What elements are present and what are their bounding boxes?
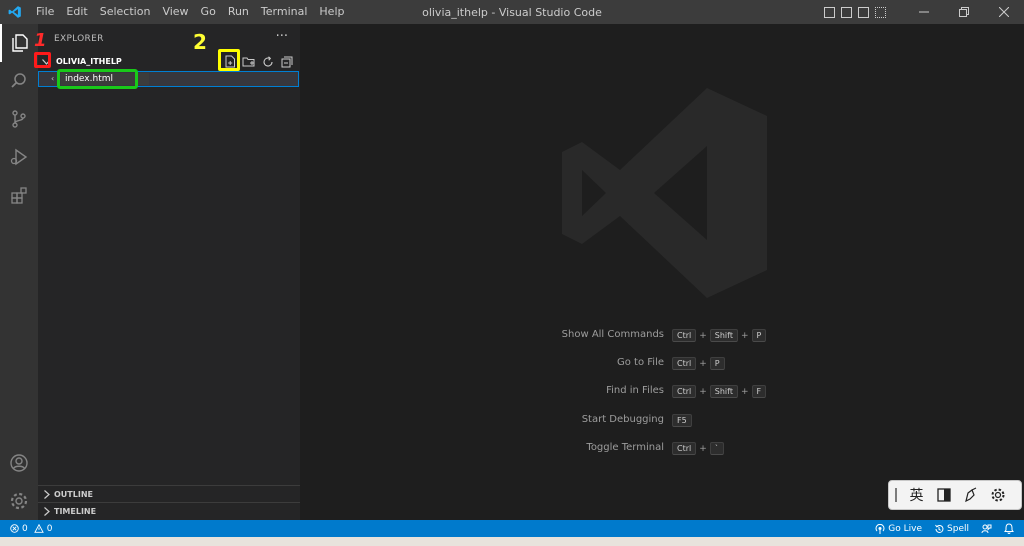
key: Ctrl xyxy=(672,329,697,342)
notifications-bell-icon[interactable] xyxy=(1004,523,1014,534)
menu-help[interactable]: Help xyxy=(313,0,350,24)
desktop-taskbar-strip xyxy=(0,537,1024,546)
menu-terminal[interactable]: Terminal xyxy=(255,0,314,24)
search-icon[interactable] xyxy=(0,62,38,100)
activity-bar xyxy=(0,24,38,520)
title-bar: File Edit Selection View Go Run Terminal… xyxy=(0,0,1024,24)
chevron-right-icon xyxy=(40,506,54,516)
error-count: 0 xyxy=(22,523,28,534)
go-live-button[interactable]: Go Live xyxy=(875,523,922,534)
key: F xyxy=(751,385,767,398)
annotation-red-box xyxy=(34,52,51,68)
key: F5 xyxy=(672,414,692,427)
timeline-label: TIMELINE xyxy=(54,506,97,516)
explorer-sidebar: EXPLORER ··· OLIVIA_ITHELP ‹ index.html … xyxy=(38,24,300,520)
key: ` xyxy=(709,442,724,455)
vscode-watermark-logo-icon xyxy=(562,88,767,302)
timeline-section[interactable]: TIMELINE xyxy=(38,502,300,519)
refresh-icon[interactable] xyxy=(261,55,275,69)
annotation-yellow-box xyxy=(218,49,240,71)
chevron-right-icon xyxy=(40,489,54,499)
toggle-secondary-sidebar-icon[interactable] xyxy=(858,6,869,18)
outline-label: OUTLINE xyxy=(54,489,93,499)
ime-language-toggle[interactable]: 英 xyxy=(903,485,930,505)
key: P xyxy=(709,357,725,370)
warning-icon xyxy=(33,524,44,533)
manage-gear-icon[interactable] xyxy=(0,482,38,520)
key: Ctrl xyxy=(672,385,697,398)
toggle-panel-icon[interactable] xyxy=(841,6,852,18)
more-actions-icon[interactable]: ··· xyxy=(276,29,288,44)
outline-section[interactable]: OUTLINE xyxy=(38,485,300,502)
spell-button[interactable]: Spell xyxy=(934,524,969,534)
key: Ctrl xyxy=(672,442,697,455)
key: Shift xyxy=(709,385,738,398)
menu-edit[interactable]: Edit xyxy=(60,0,93,24)
feedback-icon[interactable] xyxy=(981,523,992,534)
folder-header[interactable]: OLIVIA_ITHELP xyxy=(38,53,300,70)
warning-count: 0 xyxy=(46,523,53,534)
source-control-icon[interactable] xyxy=(0,100,38,138)
annotation-green-box xyxy=(57,69,138,89)
shortcut-show-all-commands: Show All Commands Ctrl + Shift + P xyxy=(500,329,820,345)
ime-drag-handle-icon[interactable] xyxy=(889,488,903,502)
menu-view[interactable]: View xyxy=(156,0,194,24)
collapse-all-icon[interactable] xyxy=(280,55,294,69)
key: Shift xyxy=(709,329,738,342)
error-icon xyxy=(10,524,19,533)
annotation-number-1: 1 xyxy=(34,30,47,51)
editor-area: Show All Commands Ctrl + Shift + P Go to F… xyxy=(300,24,1024,520)
ime-width-toggle-icon[interactable] xyxy=(930,488,957,502)
account-icon[interactable] xyxy=(0,444,38,482)
menu-bar: File Edit Selection View Go Run Terminal… xyxy=(30,0,350,24)
vscode-logo-icon xyxy=(0,0,30,24)
menu-go[interactable]: Go xyxy=(195,0,222,24)
shortcut-toggle-terminal: Toggle Terminal Ctrl + ` xyxy=(500,442,820,458)
minimize-button[interactable] xyxy=(904,0,944,24)
history-icon xyxy=(935,524,944,533)
restore-button[interactable] xyxy=(944,0,984,24)
key: Ctrl xyxy=(672,357,697,370)
chevron-right-icon: ‹ xyxy=(51,74,55,83)
folder-name: OLIVIA_ITHELP xyxy=(56,57,122,66)
shortcut-start-debugging: Start Debugging F5 xyxy=(500,414,820,430)
new-folder-icon[interactable] xyxy=(242,55,256,69)
extensions-icon[interactable] xyxy=(0,176,38,214)
problems-indicator[interactable]: 0 0 xyxy=(10,524,52,534)
customize-layout-icon[interactable] xyxy=(875,6,886,18)
run-debug-icon[interactable] xyxy=(0,138,38,176)
key: P xyxy=(751,329,767,342)
shortcut-go-to-file: Go to File Ctrl + P xyxy=(500,357,820,373)
ime-settings-gear-icon[interactable] xyxy=(984,487,1011,503)
ime-pad-icon[interactable] xyxy=(957,487,984,503)
ime-toolbar: 英 xyxy=(888,480,1022,510)
annotation-number-2: 2 xyxy=(193,30,207,54)
sidebar-title: EXPLORER xyxy=(54,34,104,44)
status-bar: 0 0 Go Live Spell xyxy=(0,520,1024,537)
explorer-icon[interactable] xyxy=(0,24,38,62)
close-button[interactable] xyxy=(984,0,1024,24)
menu-file[interactable]: File xyxy=(30,0,60,24)
shortcut-find-in-files: Find in Files Ctrl + Shift + F xyxy=(500,385,820,401)
toggle-primary-sidebar-icon[interactable] xyxy=(824,6,835,18)
menu-run[interactable]: Run xyxy=(222,0,255,24)
broadcast-icon xyxy=(875,523,885,534)
menu-selection[interactable]: Selection xyxy=(94,0,157,24)
